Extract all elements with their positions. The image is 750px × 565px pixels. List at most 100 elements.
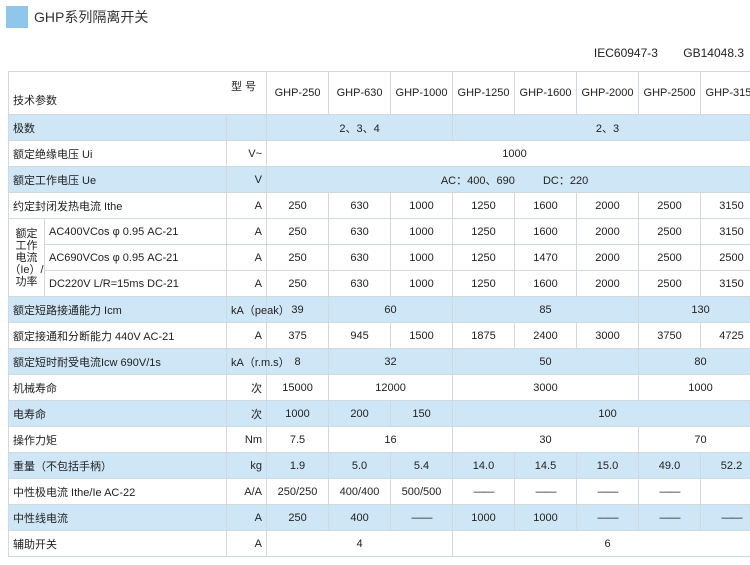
row-label: 中性线电流 (8, 504, 227, 531)
row-unit: A (225, 218, 268, 245)
title-bar: GHP系列隔离开关 (6, 6, 148, 28)
row-label: 重量（不包括手柄） (8, 452, 227, 479)
value-cell: 1000 (266, 400, 330, 427)
row-icm: 额定短路接通能力 Icm kA（peak） 39 60 85 130 (8, 296, 750, 323)
value-cell: 2500 (700, 244, 750, 271)
value-cell: 2000 (576, 218, 640, 245)
value-cell: 3150 (700, 270, 750, 297)
value-cell: 5.4 (390, 452, 454, 479)
value-cell: 250 (266, 218, 330, 245)
row-unit: A/A (225, 478, 268, 505)
value-cell: 1000 (390, 244, 454, 271)
model-header: GHP-1000 (390, 71, 454, 115)
value-cell: 100 (452, 400, 750, 427)
value-cell: 630 (328, 244, 392, 271)
ue-dc: DC：220 (542, 174, 589, 187)
value-cell: 3150 (700, 192, 750, 219)
header-row: 型 号 技术参数 GHP-250 GHP-630 GHP-1000 GHP-12… (7, 71, 750, 115)
value-cell: 2000 (576, 192, 640, 219)
value-cell: 2400 (514, 322, 578, 349)
model-header: GHP-2000 (576, 71, 640, 115)
value-cell: 1000 (266, 140, 750, 167)
row-label: 中性极电流 Ithe/Ie AC-22 (8, 478, 227, 505)
value-cell: 3000 (452, 374, 640, 401)
value-cell: 250 (266, 192, 330, 219)
value-cell: 1600 (514, 270, 578, 297)
value-cell: 3750 (638, 322, 702, 349)
value-cell: 2000 (576, 270, 640, 297)
value-cell: 60 (328, 296, 454, 323)
value-cell: 1600 (514, 192, 578, 219)
value-cell: 16 (328, 426, 454, 453)
value-cell: 1000 (390, 270, 454, 297)
group-label-rated-current: 额定 工作 电流 （Ie）/ 功率 (8, 218, 45, 297)
value-cell: 2、3 (452, 114, 750, 141)
model-header: GHP-630 (328, 71, 392, 115)
row-label: 辅助开关 (8, 530, 227, 557)
value-cell: 1470 (514, 244, 578, 271)
value-cell: 32 (328, 348, 454, 375)
value-cell: —— (638, 504, 702, 531)
row-unit: V (225, 166, 268, 193)
row-unit: Nm (225, 426, 268, 453)
row-label: AC690VCos φ 0.95 AC-21 (44, 244, 227, 271)
row-ac690: AC690VCos φ 0.95 AC-21 A 250 630 1000 12… (9, 244, 750, 271)
value-cell: 50 (452, 348, 640, 375)
value-cell: —— (576, 504, 640, 531)
row-ac400: 额定 工作 电流 （Ie）/ 功率 AC400VCos φ 0.95 AC-21… (8, 218, 750, 297)
value-cell: 1.9 (266, 452, 330, 479)
value-cell: 1500 (390, 322, 454, 349)
value-cell: 3150 (700, 218, 750, 245)
value-cell: 400/400 (328, 478, 392, 505)
value-cell: 400 (328, 504, 392, 531)
value-cell: —— (638, 478, 702, 505)
type-label: 型 号 (230, 81, 257, 93)
row-unit: V~ (225, 140, 268, 167)
value-cell: 1000 (452, 504, 516, 531)
value-cell: 1000 (390, 218, 454, 245)
row-label: 额定短时耐受电流Icw 690V/1s (8, 348, 227, 375)
row-unit (225, 114, 268, 141)
value-cell: 70 (638, 426, 750, 453)
row-unit: A (225, 192, 268, 219)
value-cell: 15.0 (576, 452, 640, 479)
row-icw: 额定短时耐受电流Icw 690V/1s kA（r.m.s） 8 32 50 80 (8, 348, 750, 375)
value-cell: 1875 (452, 322, 516, 349)
value-cell: 2500 (638, 192, 702, 219)
value-cell: 630 (328, 218, 392, 245)
value-cell: 2500 (638, 244, 702, 271)
value-cell: —— (514, 478, 578, 505)
value-cell: 85 (452, 296, 640, 323)
ue-ac: AC：400、690 (440, 174, 515, 187)
value-cell: 12000 (328, 374, 454, 401)
value-cell: 250 (266, 504, 330, 531)
value-cell: 375 (266, 322, 330, 349)
row-unit: 次 (225, 374, 268, 401)
value-cell (700, 478, 750, 505)
title-marker (6, 6, 28, 28)
value-cell: —— (700, 504, 750, 531)
value-cell: 250/250 (266, 478, 330, 505)
value-cell: 630 (328, 270, 392, 297)
row-aux: 辅助开关 A 4 6 (8, 530, 750, 557)
value-cell: 2500 (638, 218, 702, 245)
model-header: GHP-1250 (452, 71, 516, 115)
value-cell: 6 (452, 530, 750, 557)
row-ue: 额定工作电压 Ue V AC：400、690 DC：220 (8, 166, 750, 193)
value-cell: 1250 (452, 244, 516, 271)
row-unit: 次 (225, 400, 268, 427)
row-unit: kA（peak） (225, 296, 290, 323)
row-label: 机械寿命 (8, 374, 227, 401)
row-label: AC400VCos φ 0.95 AC-21 (44, 218, 227, 245)
value-cell: 15000 (266, 374, 330, 401)
row-make-break: 额定接通和分断能力 440V AC-21 A 375 945 1500 1875… (8, 322, 750, 349)
row-poles: 极数 2、3、4 2、3 (8, 114, 750, 141)
value-cell: 1000 (390, 192, 454, 219)
standard-iec: IEC60947-3 (593, 46, 658, 60)
standard-gb: GB14048.3 (683, 46, 744, 60)
value-cell: 5.0 (328, 452, 392, 479)
value-cell: 250 (266, 270, 330, 297)
row-unit: A (225, 504, 268, 531)
row-unit: A (225, 270, 268, 297)
model-header: GHP-250 (266, 71, 330, 115)
